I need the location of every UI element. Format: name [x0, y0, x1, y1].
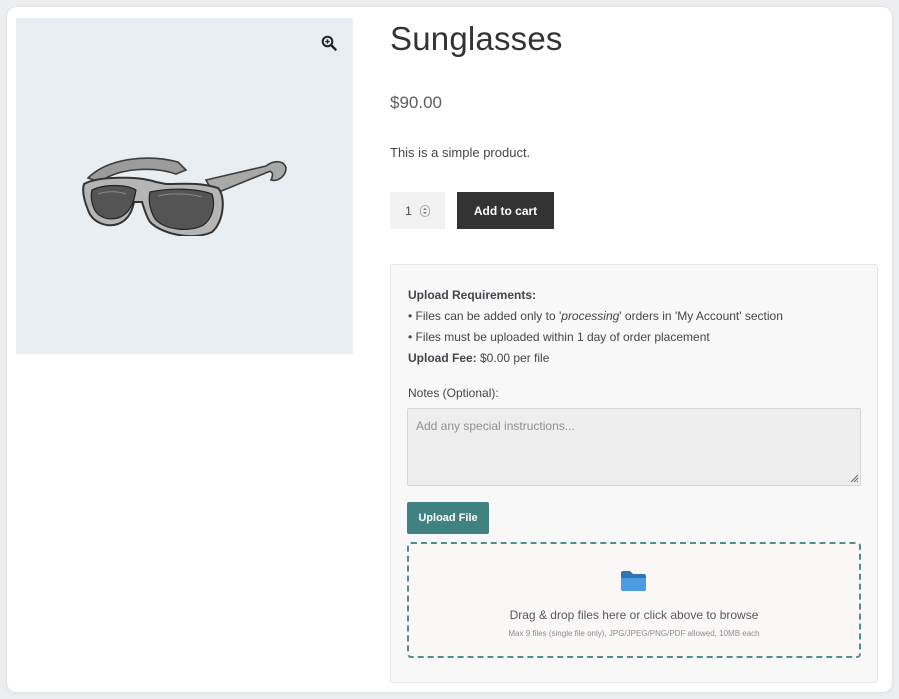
notes-textarea[interactable]: [407, 408, 861, 486]
zoom-in-icon[interactable]: [321, 35, 337, 51]
stepper-arrows-icon[interactable]: [419, 204, 430, 217]
requirements-heading: Upload Requirements:: [408, 288, 537, 302]
product-title: Sunglasses: [390, 20, 563, 57]
product-gallery[interactable]: [16, 18, 353, 354]
dropzone-limits: Max 9 files (single file only), JPG/JPEG…: [508, 629, 760, 638]
requirement-time-limit: • Files must be uploaded within 1 day of…: [408, 330, 710, 344]
add-to-cart-form: 1 Add to cart: [390, 192, 554, 229]
product-price: $90.00: [390, 93, 442, 112]
folder-icon: [621, 571, 646, 591]
sunglasses-image: [82, 157, 287, 236]
file-dropzone[interactable]: Drag & drop files here or click above to…: [407, 542, 861, 658]
quantity-stepper[interactable]: 1: [390, 192, 445, 229]
add-to-cart-button[interactable]: Add to cart: [457, 192, 554, 229]
product-description: This is a simple product.: [390, 145, 531, 160]
upload-requirements: Upload Requirements: • Files can be adde…: [408, 285, 783, 369]
quantity-value[interactable]: 1: [405, 204, 412, 218]
resize-grip-icon[interactable]: [849, 473, 859, 483]
dropzone-instructions: Drag & drop files here or click above to…: [509, 608, 759, 622]
upload-fee: Upload Fee: $0.00 per file: [408, 351, 550, 365]
notes-label: Notes (Optional):: [408, 386, 499, 400]
upload-file-button[interactable]: Upload File: [407, 502, 489, 534]
requirement-processing-orders: • Files can be added only to 'processing…: [408, 309, 783, 323]
product-summary: Sunglasses $90.00 This is a simple produ…: [390, 18, 878, 229]
file-upload-panel: Upload Requirements: • Files can be adde…: [390, 264, 878, 683]
